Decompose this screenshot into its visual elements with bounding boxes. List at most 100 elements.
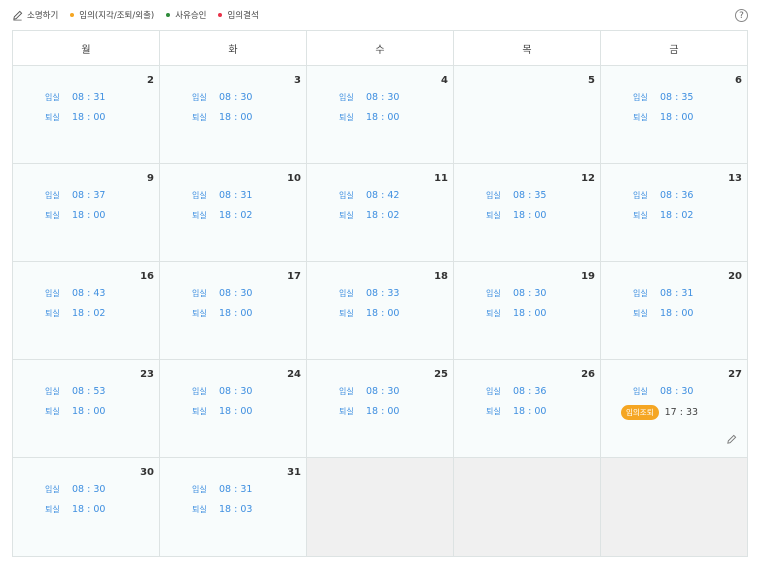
check-out-time: 18 : 00	[72, 210, 106, 221]
day-number: 4	[441, 75, 448, 86]
check-out-time: 18 : 00	[660, 112, 694, 123]
day-number: 19	[581, 271, 595, 282]
check-out-row: 퇴실 18 : 02	[192, 210, 252, 221]
check-in-label: 입실	[45, 191, 60, 200]
calendar-body: 2 입실 08 : 31 퇴실 18 : 00 3 입실 08 : 30 퇴실 18 : 00 4 입…	[13, 66, 747, 556]
check-in-label: 입실	[339, 387, 354, 396]
calendar-day[interactable]: 16 입실 08 : 43 퇴실 18 : 02	[13, 262, 160, 359]
legend-label-absent: 임의결석	[227, 11, 259, 21]
check-in-row: 입실 08 : 35	[486, 190, 546, 201]
explain-link[interactable]: 소명하기	[12, 9, 58, 21]
check-in-label: 입실	[486, 387, 501, 396]
day-number: 24	[287, 369, 301, 380]
calendar-day[interactable]: 2 입실 08 : 31 퇴실 18 : 00	[13, 66, 160, 163]
check-in-row: 입실 08 : 31	[192, 190, 252, 201]
day-number: 2	[147, 75, 154, 86]
check-out-label: 퇴실	[339, 407, 354, 416]
check-in-time: 08 : 30	[366, 386, 400, 397]
calendar-day-empty	[601, 458, 747, 556]
check-in-label: 입실	[45, 93, 60, 102]
help-icon[interactable]: ?	[735, 9, 748, 22]
check-out-row: 임의조퇴 17 : 33	[621, 405, 698, 420]
legend: 소명하기 임의(지각/조퇴/외출) 사유승인 임의결석	[12, 8, 271, 22]
calendar-day[interactable]: 17 입실 08 : 30 퇴실 18 : 00	[160, 262, 307, 359]
calendar-day[interactable]: 13 입실 08 : 36 퇴실 18 : 02	[601, 164, 747, 261]
check-in-row: 입실 08 : 30	[192, 288, 252, 299]
check-out-row: 퇴실 18 : 00	[486, 210, 546, 221]
check-out-time: 18 : 02	[366, 210, 400, 221]
check-out-label: 퇴실	[192, 407, 207, 416]
calendar-day[interactable]: 6 입실 08 : 35 퇴실 18 : 00	[601, 66, 747, 163]
check-out-label: 퇴실	[192, 505, 207, 514]
day-number: 17	[287, 271, 301, 282]
check-in-label: 입실	[633, 289, 648, 298]
calendar-day[interactable]: 30 입실 08 : 30 퇴실 18 : 00	[13, 458, 160, 556]
day-number: 27	[728, 369, 742, 380]
check-in-time: 08 : 31	[219, 484, 253, 495]
calendar-day[interactable]: 24 입실 08 : 30 퇴실 18 : 00	[160, 360, 307, 457]
calendar-day[interactable]: 10 입실 08 : 31 퇴실 18 : 02	[160, 164, 307, 261]
check-in-row: 입실 08 : 31	[45, 92, 105, 103]
check-in-label: 입실	[339, 93, 354, 102]
check-out-label: 퇴실	[339, 113, 354, 122]
check-in-time: 08 : 30	[219, 386, 253, 397]
day-number: 23	[140, 369, 154, 380]
check-in-time: 08 : 30	[513, 288, 547, 299]
check-in-row: 입실 08 : 31	[633, 288, 693, 299]
check-out-label: 퇴실	[45, 309, 60, 318]
calendar-day[interactable]: 26 입실 08 : 36 퇴실 18 : 00	[454, 360, 601, 457]
check-in-time: 08 : 36	[660, 190, 694, 201]
weekday-tue: 화	[160, 31, 307, 65]
check-in-label: 입실	[45, 387, 60, 396]
day-number: 3	[294, 75, 301, 86]
check-out-row: 퇴실 18 : 00	[339, 112, 399, 123]
check-out-time: 18 : 02	[72, 308, 106, 319]
check-out-label: 퇴실	[45, 211, 60, 220]
check-in-time: 08 : 36	[513, 386, 547, 397]
check-out-time: 18 : 02	[660, 210, 694, 221]
check-out-row: 퇴실 18 : 00	[339, 308, 399, 319]
check-in-row: 입실 08 : 30	[633, 386, 693, 397]
weekday-fri: 금	[669, 44, 679, 56]
check-in-label: 입실	[192, 93, 207, 102]
calendar-day[interactable]: 4 입실 08 : 30 퇴실 18 : 00	[307, 66, 454, 163]
check-in-row: 입실 08 : 30	[339, 386, 399, 397]
calendar-day[interactable]: 5	[454, 66, 601, 163]
calendar-day[interactable]: 9 입실 08 : 37 퇴실 18 : 00	[13, 164, 160, 261]
check-in-row: 입실 08 : 43	[45, 288, 105, 299]
check-out-time: 18 : 00	[513, 406, 547, 417]
calendar-day[interactable]: 20 입실 08 : 31 퇴실 18 : 00	[601, 262, 747, 359]
check-out-row: 퇴실 18 : 00	[45, 504, 105, 515]
check-in-label: 입실	[633, 191, 648, 200]
calendar-day[interactable]: 11 입실 08 : 42 퇴실 18 : 02	[307, 164, 454, 261]
day-number: 10	[287, 173, 301, 184]
check-out-row: 퇴실 18 : 00	[45, 210, 105, 221]
calendar-day[interactable]: 3 입실 08 : 30 퇴실 18 : 00	[160, 66, 307, 163]
day-number: 9	[147, 173, 154, 184]
check-in-time: 08 : 31	[72, 92, 106, 103]
edit-pencil-icon[interactable]	[726, 434, 737, 445]
check-out-time: 18 : 00	[513, 210, 547, 221]
check-out-row: 퇴실 18 : 02	[45, 308, 105, 319]
legend-item-approved: 사유승인	[166, 9, 206, 21]
calendar-day[interactable]: 12 입실 08 : 35 퇴실 18 : 00	[454, 164, 601, 261]
check-in-row: 입실 08 : 42	[339, 190, 399, 201]
check-out-label: 퇴실	[192, 309, 207, 318]
check-in-label: 입실	[45, 289, 60, 298]
calendar-day-empty	[307, 458, 454, 556]
calendar-day[interactable]: 23 입실 08 : 53 퇴실 18 : 00	[13, 360, 160, 457]
calendar-week: 9 입실 08 : 37 퇴실 18 : 00 10 입실 08 : 31 퇴실 18 : 02 1…	[13, 164, 747, 262]
check-out-label: 퇴실	[486, 211, 501, 220]
calendar-day[interactable]: 25 입실 08 : 30 퇴실 18 : 00	[307, 360, 454, 457]
check-in-label: 입실	[192, 387, 207, 396]
day-number: 11	[434, 173, 448, 184]
day-number: 20	[728, 271, 742, 282]
calendar-day[interactable]: 18 입실 08 : 33 퇴실 18 : 00	[307, 262, 454, 359]
check-out-row: 퇴실 18 : 00	[192, 406, 252, 417]
check-out-time: 18 : 02	[219, 210, 253, 221]
calendar-day[interactable]: 19 입실 08 : 30 퇴실 18 : 00	[454, 262, 601, 359]
calendar-day[interactable]: 31 입실 08 : 31 퇴실 18 : 03	[160, 458, 307, 556]
check-out-row: 퇴실 18 : 00	[45, 112, 105, 123]
calendar-day[interactable]: 27 입실 08 : 30 임의조퇴 17 : 33	[601, 360, 747, 457]
check-out-label: 퇴실	[633, 211, 648, 220]
